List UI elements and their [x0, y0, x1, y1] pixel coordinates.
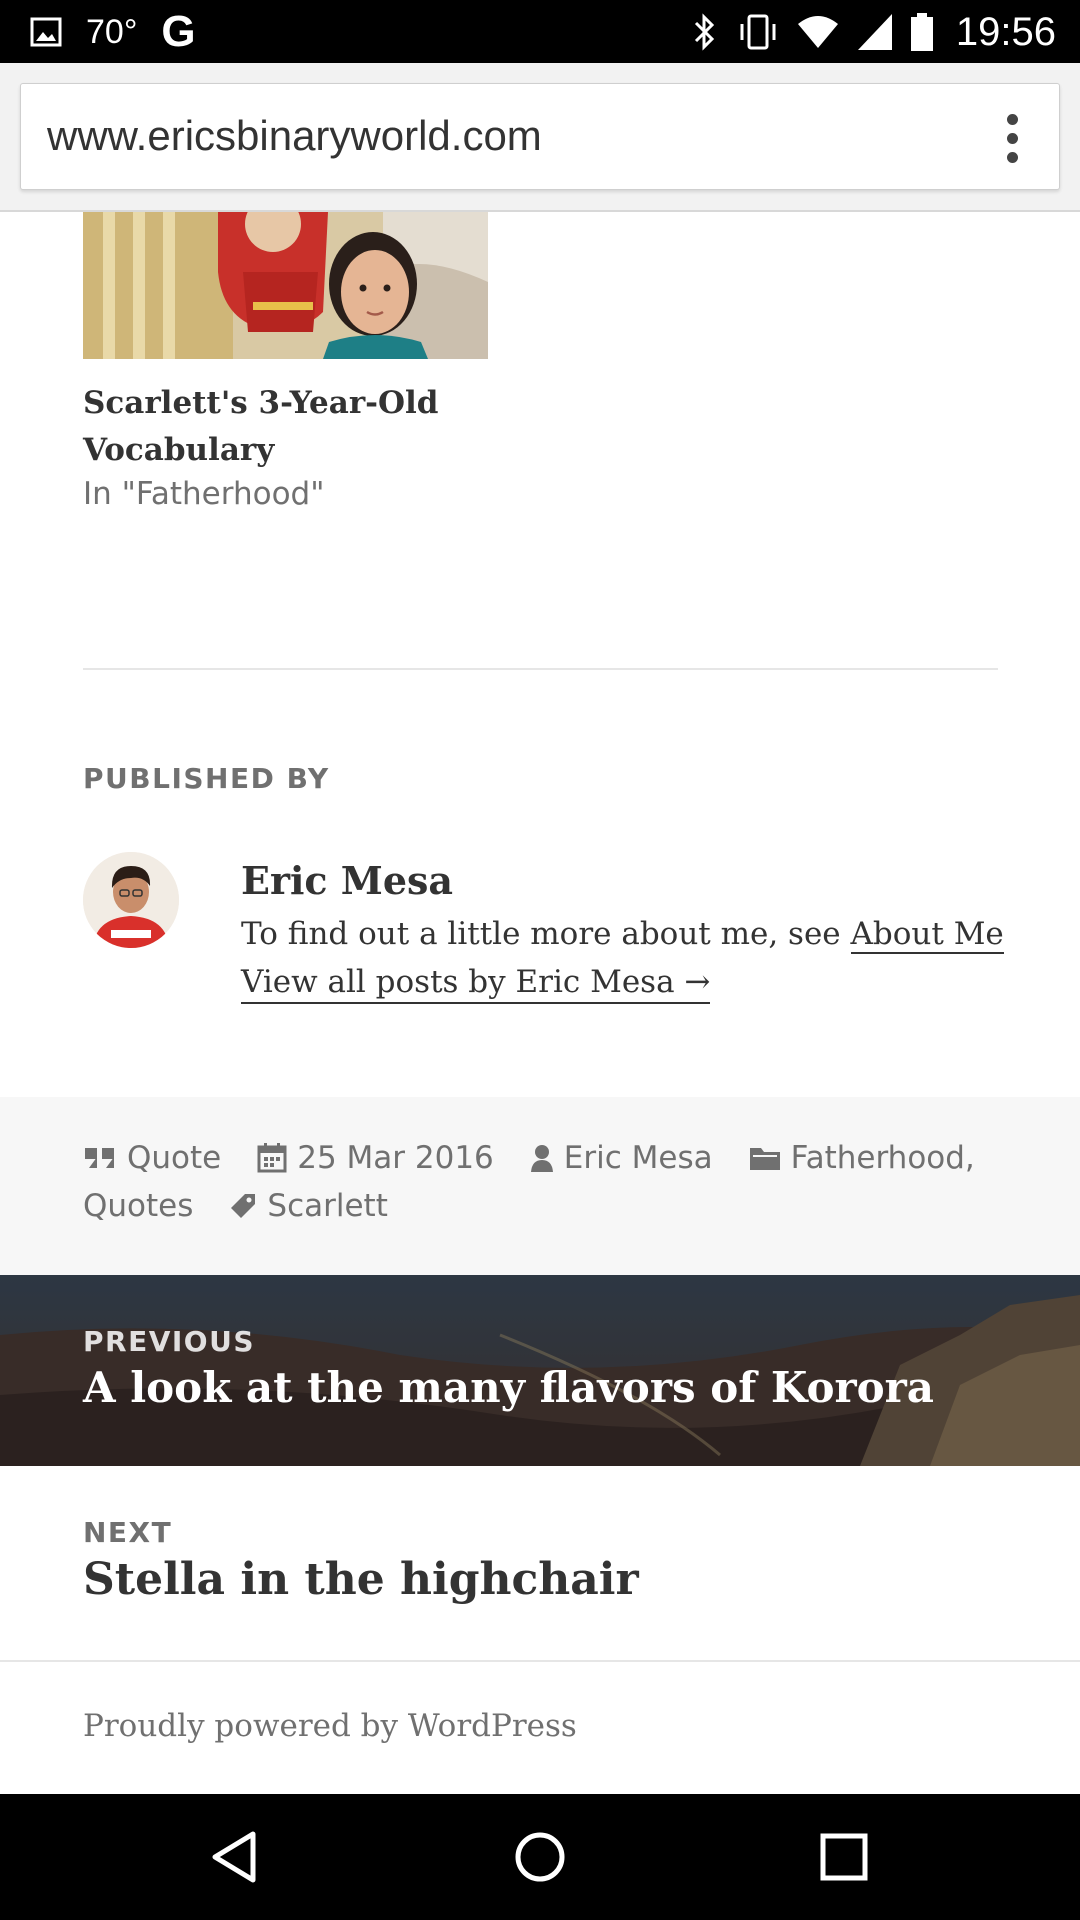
calendar-icon — [257, 1143, 287, 1173]
entry-meta-panel — [0, 1097, 1080, 1275]
image-notification-icon — [30, 17, 62, 47]
category-link-quotes[interactable]: Quotes — [83, 1188, 193, 1224]
clock-time: 19:56 — [955, 9, 1056, 54]
next-post-label: NEXT — [83, 1516, 173, 1549]
author-bio-text: To find out a little more about me, see — [241, 916, 851, 952]
post-date-item[interactable]: 25 Mar 2016 — [257, 1140, 494, 1176]
author-bio: To find out a little more about me, see … — [241, 916, 1004, 954]
author-avatar-photo — [83, 852, 179, 948]
bluetooth-icon — [694, 13, 715, 51]
post-date[interactable]: 25 Mar 2016 — [297, 1140, 494, 1176]
related-post-photo — [83, 212, 488, 359]
about-me-link[interactable]: About Me — [850, 916, 1004, 954]
previous-post-label: PREVIOUS — [83, 1325, 256, 1358]
site-footer-credit[interactable]: Proudly powered by WordPress — [83, 1708, 577, 1744]
post-format-label[interactable]: Quote — [127, 1140, 221, 1176]
browser-toolbar: www.ericsbinaryworld.com — [0, 63, 1080, 212]
vibrate-icon — [740, 14, 776, 50]
post-category-item: Fatherhood, — [749, 1140, 975, 1176]
post-author[interactable]: Eric Mesa — [564, 1140, 713, 1176]
temperature-text: 70° — [86, 12, 138, 51]
next-post-link[interactable]: NEXT Stella in the highchair — [0, 1466, 1080, 1662]
next-post-title[interactable]: Stella in the highchair — [83, 1554, 639, 1605]
post-tag[interactable]: Scarlett — [267, 1188, 387, 1224]
previous-post-link[interactable]: PREVIOUS A look at the many flavors of K… — [0, 1275, 1080, 1466]
related-post-thumbnail[interactable] — [83, 212, 488, 359]
battery-icon — [910, 13, 933, 51]
system-nav-bar — [0, 1794, 1080, 1920]
author-name: Eric Mesa — [241, 858, 454, 903]
related-post-category: In "Fatherhood" — [83, 476, 325, 512]
related-post-title[interactable]: Scarlett's 3-Year-Old Vocabulary — [83, 380, 503, 474]
recents-icon[interactable] — [811, 1824, 877, 1890]
quote-icon — [85, 1148, 114, 1168]
home-icon[interactable] — [507, 1824, 573, 1890]
previous-post-title[interactable]: A look at the many flavors of Korora — [83, 1363, 934, 1412]
wifi-icon — [797, 16, 838, 48]
google-icon: G — [161, 7, 196, 56]
folder-icon — [749, 1148, 780, 1170]
url-text[interactable]: www.ericsbinaryworld.com — [47, 112, 542, 160]
entry-meta-line: Quote 25 Mar 2016 Eric Mesa Fatherhood, — [83, 1140, 975, 1176]
published-by-heading: PUBLISHED BY — [83, 762, 330, 795]
tag-icon — [231, 1194, 256, 1218]
post-tag-item[interactable]: Scarlett — [229, 1188, 388, 1224]
person-icon — [530, 1145, 553, 1172]
author-avatar — [83, 852, 179, 948]
back-icon[interactable] — [203, 1824, 269, 1890]
more-vert-icon[interactable] — [1005, 114, 1019, 163]
entry-meta-line-2: Quotes Scarlett — [83, 1188, 424, 1224]
post-format-item[interactable]: Quote — [83, 1140, 221, 1176]
cellular-signal-icon — [857, 14, 892, 50]
status-bar: 70° G 19:56 — [0, 0, 1080, 63]
section-divider — [83, 668, 998, 670]
view-all-posts-link[interactable]: View all posts by Eric Mesa → — [241, 964, 711, 1004]
address-bar[interactable]: www.ericsbinaryworld.com — [20, 83, 1060, 190]
category-link-fatherhood[interactable]: Fatherhood, — [791, 1140, 975, 1176]
post-author-item[interactable]: Eric Mesa — [530, 1140, 713, 1176]
